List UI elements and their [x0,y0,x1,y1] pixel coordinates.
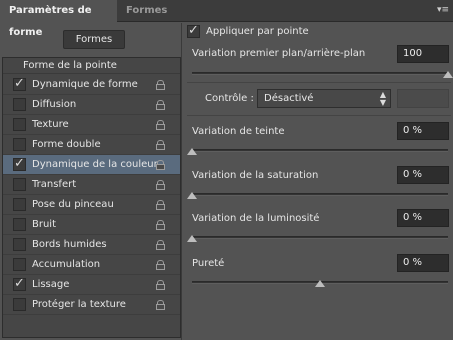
control-select[interactable]: Désactivé ▲ ▼ [257,89,391,108]
list-item[interactable]: Protéger la texture [3,295,180,315]
saturation-jitter-label: Variation de la saturation [192,170,319,181]
panel-menu-icon[interactable]: ▾≡ [436,4,450,16]
list-item[interactable]: ✓ Dynamique de forme [3,75,180,95]
list-item[interactable]: Texture [3,115,180,135]
lock-icon[interactable] [156,240,165,250]
apply-per-tip-label: Appliquer par pointe [206,26,309,37]
option-checkbox[interactable]: ✓ [13,276,26,291]
checkmark-icon: ✓ [188,23,199,38]
option-checkbox[interactable] [13,118,26,131]
brush-settings-list: Forme de la pointe ✓ Dynamique de forme Di… [2,57,181,338]
tab-brush-settings[interactable]: Paramètres de forme [0,0,117,38]
purity-label: Pureté [192,258,225,269]
checkmark-icon: ✓ [14,156,25,171]
hue-jitter-label: Variation de teinte [192,126,285,137]
lock-icon[interactable] [156,300,165,310]
control-label: Contrôle : [205,93,254,104]
list-item-label: Accumulation [32,259,101,270]
list-item[interactable]: Bords humides [3,235,180,255]
lock-icon[interactable] [156,220,165,230]
lock-icon[interactable] [156,280,165,290]
list-item[interactable]: Transfert [3,175,180,195]
option-checkbox[interactable]: ✓ [13,156,26,171]
list-item[interactable]: Accumulation [3,255,180,275]
option-checkbox[interactable] [13,198,26,211]
lock-icon[interactable] [156,160,165,170]
option-checkbox[interactable] [13,238,26,251]
select-arrows-icon: ▲ ▼ [379,90,386,107]
panel-divider [181,23,182,340]
list-item[interactable]: Forme double [3,135,180,155]
list-item-label: Diffusion [32,99,77,110]
saturation-jitter-input[interactable]: 0 % [397,166,449,184]
slider-thumb[interactable] [315,280,325,287]
option-checkbox[interactable] [13,298,26,311]
checkmark-icon: ✓ [14,276,25,291]
option-checkbox[interactable]: ✓ [13,76,26,91]
fg-bg-jitter-label: Variation premier plan/arrière-plan [192,48,366,59]
list-item-label: Bruit [32,219,57,230]
option-checkbox[interactable] [13,138,26,151]
lock-icon[interactable] [156,260,165,270]
control-disabled-field [397,89,449,108]
slider-thumb[interactable] [443,71,453,78]
list-item-label: Protéger la texture [32,299,126,310]
control-select-value: Désactivé [264,93,314,104]
tab-bar: Paramètres de forme Formes ▾≡ [0,0,453,38]
list-item[interactable]: ✓ Dynamique de la couleur [3,155,180,175]
purity-slider[interactable] [192,280,448,287]
lock-icon[interactable] [156,200,165,210]
brightness-jitter-label: Variation de la luminosité [192,213,320,224]
brushes-button[interactable]: Formes [63,30,125,49]
saturation-jitter-slider[interactable] [187,192,448,199]
list-item-label: Forme double [32,139,101,150]
tab-brushes[interactable]: Formes [117,0,176,22]
hue-jitter-slider[interactable] [187,148,448,155]
option-checkbox[interactable] [13,98,26,111]
brightness-jitter-input[interactable]: 0 % [397,209,449,227]
list-item-label: Dynamique de forme [32,79,138,90]
option-checkbox[interactable] [13,258,26,271]
fg-bg-jitter-input[interactable]: 100 [397,45,449,63]
slider-thumb[interactable] [187,192,197,199]
list-item-label: Transfert [32,179,77,190]
lock-icon[interactable] [156,140,165,150]
list-item[interactable]: ✓ Lissage [3,275,180,295]
slider-thumb[interactable] [187,148,197,155]
list-item-label: Dynamique de la couleur [32,159,158,170]
purity-input[interactable]: 0 % [397,254,449,272]
option-checkbox[interactable] [13,218,26,231]
option-checkbox[interactable] [13,178,26,191]
lock-icon[interactable] [156,80,165,90]
list-item-label: Texture [32,119,69,130]
brightness-jitter-slider[interactable] [187,235,448,242]
list-item[interactable]: Bruit [3,215,180,235]
lock-icon[interactable] [156,100,165,110]
list-item-label: Pose du pinceau [32,199,114,210]
lock-icon[interactable] [156,120,165,130]
list-item-label: Bords humides [32,239,107,250]
slider-thumb[interactable] [187,235,197,242]
list-item[interactable]: Diffusion [3,95,180,115]
fg-bg-jitter-slider[interactable] [192,71,453,78]
list-item-label: Lissage [32,279,70,290]
apply-per-tip-checkbox[interactable]: ✓ [187,23,200,38]
hue-jitter-input[interactable]: 0 % [397,122,449,140]
brush-tip-shape-item[interactable]: Forme de la pointe [3,58,180,74]
lock-icon[interactable] [156,180,165,190]
list-item[interactable]: Pose du pinceau [3,195,180,215]
brushes-button-area: Formes [0,23,181,57]
checkmark-icon: ✓ [14,76,25,91]
